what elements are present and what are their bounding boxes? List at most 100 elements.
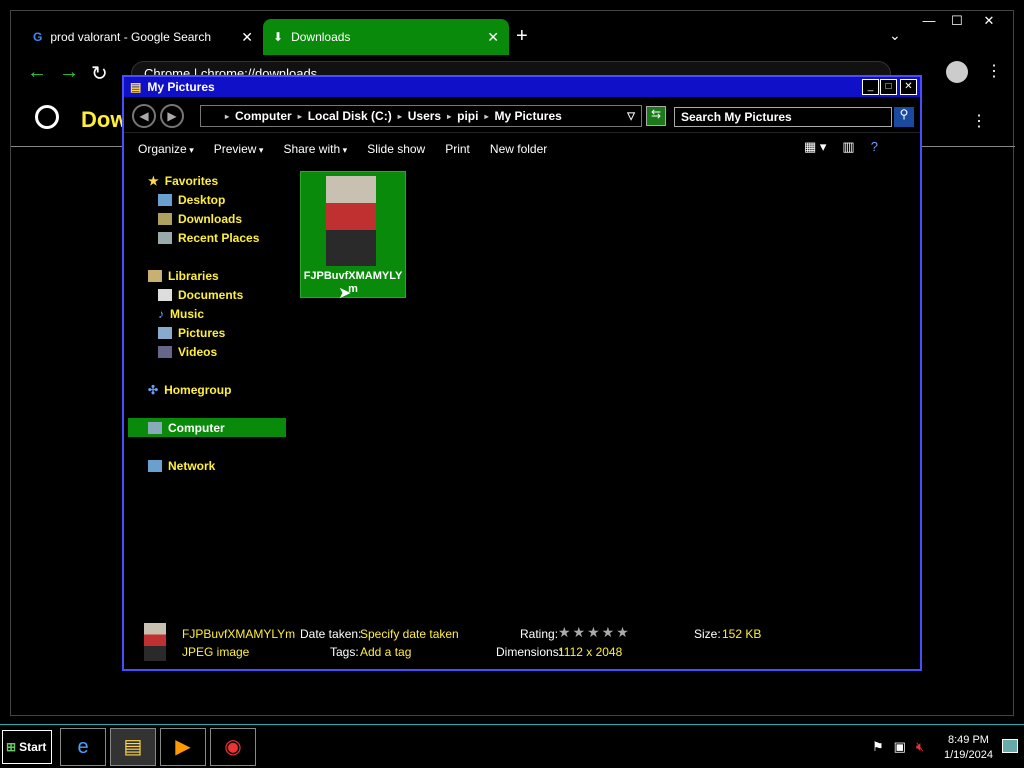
- profile-icon[interactable]: [946, 61, 968, 83]
- nav-computer[interactable]: Computer: [128, 418, 286, 437]
- close-icon[interactable]: ✕: [900, 79, 917, 95]
- image-thumbnail: [326, 176, 376, 266]
- title-bar[interactable]: ▤ My Pictures: [124, 77, 920, 97]
- file-item[interactable]: FJPBuvfXMAMYLYm: [300, 171, 406, 298]
- forward-icon[interactable]: →: [59, 61, 79, 84]
- chrome-logo-icon: [35, 105, 59, 129]
- star-icon: ★: [148, 173, 159, 188]
- dimensions-label: Dimensions:: [496, 645, 563, 659]
- network-icon: [148, 459, 162, 472]
- nav-documents[interactable]: Documents: [128, 285, 286, 304]
- slide-show-button[interactable]: Slide show: [367, 142, 425, 156]
- new-folder-button[interactable]: New folder: [490, 142, 547, 156]
- documents-icon: [158, 288, 172, 301]
- maximize-icon[interactable]: ☐: [943, 13, 971, 29]
- google-icon: G: [33, 30, 43, 44]
- nav-homegroup[interactable]: ✣ Homegroup: [128, 380, 286, 399]
- close-icon[interactable]: ✕: [975, 13, 1003, 29]
- details-thumbnail: [144, 623, 166, 661]
- refresh-icon[interactable]: ⇆: [646, 106, 666, 126]
- view-controls: ▦ ▾ ▥ ?: [804, 139, 878, 155]
- tab-label: prod valorant - Google Search: [50, 30, 212, 44]
- menu-icon[interactable]: ⋮: [986, 61, 1002, 81]
- maximize-icon[interactable]: □: [880, 79, 897, 95]
- address-row: ◀ ▶ ▸ Computer ▸ Local Disk (C:) ▸ Users ▸ …: [124, 99, 920, 133]
- tab-search-icon[interactable]: ⌄: [889, 27, 901, 44]
- forward-icon[interactable]: ▶: [160, 104, 184, 128]
- nav-network[interactable]: Network: [128, 456, 286, 475]
- chrome-icon[interactable]: ◉: [210, 728, 256, 766]
- reload-icon[interactable]: ↻: [91, 61, 108, 86]
- breadcrumb[interactable]: ▸ Computer ▸ Local Disk (C:) ▸ Users ▸ pipi…: [200, 105, 642, 127]
- details-name: FJPBuvfXMAMYLYm: [182, 627, 296, 641]
- windows-logo-icon: ⊞: [6, 740, 17, 754]
- homegroup-icon: ✣: [148, 382, 159, 397]
- nav-pictures[interactable]: Pictures: [128, 323, 286, 342]
- tags-value[interactable]: Add a tag: [360, 645, 411, 659]
- chevron-down-icon[interactable]: ▽: [627, 111, 635, 122]
- folder-icon: ▤: [130, 80, 142, 94]
- size-value: 152 KB: [722, 627, 762, 641]
- more-icon[interactable]: ⋮: [971, 111, 987, 131]
- command-bar: Organize Preview Share with Slide show P…: [124, 135, 920, 163]
- search-input[interactable]: Search My Pictures: [674, 107, 892, 127]
- back-icon[interactable]: ←: [27, 61, 47, 84]
- flag-icon[interactable]: ⚑: [872, 739, 884, 755]
- help-icon[interactable]: ?: [871, 139, 878, 155]
- new-tab-icon[interactable]: +: [516, 25, 528, 48]
- organize-button[interactable]: Organize: [138, 142, 194, 156]
- internet-explorer-icon[interactable]: e: [60, 728, 106, 766]
- minimize-icon[interactable]: —: [915, 13, 943, 28]
- download-icon: ⬇: [273, 30, 284, 44]
- crumb-users[interactable]: Users: [408, 109, 441, 123]
- nav-music[interactable]: ♪ Music: [128, 304, 286, 323]
- back-icon[interactable]: ◀: [132, 104, 156, 128]
- crumb-computer[interactable]: Computer: [235, 109, 292, 123]
- rating-label: Rating:: [520, 627, 559, 641]
- clock-date: 1/19/2024: [944, 749, 993, 761]
- view-icon[interactable]: ▦ ▾: [804, 139, 826, 155]
- desktop-icon: [158, 193, 172, 206]
- details-type: JPEG image: [182, 645, 250, 659]
- search-icon[interactable]: ⚲: [894, 107, 914, 127]
- preview-button[interactable]: Preview: [214, 142, 264, 156]
- crumb-pipi[interactable]: pipi: [457, 109, 478, 123]
- volume-muted-icon[interactable]: 🔇︎: [916, 739, 924, 755]
- rating-stars[interactable]: ★★★★★: [558, 624, 631, 641]
- nav-downloads[interactable]: Downloads: [128, 209, 286, 228]
- nav-recent-places[interactable]: Recent Places: [128, 228, 286, 247]
- videos-icon: [158, 345, 172, 358]
- clock[interactable]: 8:49 PM 1/19/2024: [944, 733, 993, 763]
- media-player-icon[interactable]: ▶: [160, 728, 206, 766]
- show-desktop-icon[interactable]: [1002, 739, 1018, 753]
- crumb-my-pictures[interactable]: My Pictures: [494, 109, 561, 123]
- tab-downloads[interactable]: ⬇ Downloads ✕: [263, 19, 509, 55]
- start-button[interactable]: ⊞ Start: [2, 730, 52, 764]
- pictures-icon: [158, 326, 172, 339]
- network-status-icon[interactable]: ▣: [894, 739, 906, 755]
- navigation-pane: ★ Favorites Desktop Downloads Recent Plac…: [128, 171, 286, 475]
- crumb-local-disk[interactable]: Local Disk (C:): [308, 109, 392, 123]
- system-tray: ⚑ ▣ 🔇︎: [872, 739, 924, 755]
- libraries-icon: [148, 269, 162, 282]
- size-label: Size:: [694, 627, 721, 641]
- details-pane: FJPBuvfXMAMYLYm JPEG image Date taken: S…: [124, 617, 920, 669]
- tab-label: Downloads: [291, 30, 351, 44]
- file-explorer-icon[interactable]: ▤: [110, 728, 156, 766]
- nav-favorites[interactable]: ★ Favorites: [128, 171, 286, 190]
- tab-google-search[interactable]: G prod valorant - Google Search ✕: [23, 19, 263, 55]
- mouse-cursor-icon: ➤: [338, 285, 352, 302]
- window-title: My Pictures: [147, 80, 215, 94]
- minimize-icon[interactable]: _: [862, 79, 879, 95]
- preview-pane-icon[interactable]: ▥: [842, 139, 854, 155]
- dimensions-value: 1112 x 2048: [558, 645, 623, 659]
- close-tab-icon[interactable]: ✕: [487, 29, 499, 46]
- print-button[interactable]: Print: [445, 142, 470, 156]
- share-with-button[interactable]: Share with: [283, 142, 347, 156]
- file-name: FJPBuvfXMAMYLYm: [303, 270, 403, 295]
- date-taken-value[interactable]: Specify date taken: [360, 627, 459, 641]
- nav-videos[interactable]: Videos: [128, 342, 286, 361]
- nav-libraries[interactable]: Libraries: [128, 266, 286, 285]
- close-tab-icon[interactable]: ✕: [241, 29, 253, 46]
- nav-desktop[interactable]: Desktop: [128, 190, 286, 209]
